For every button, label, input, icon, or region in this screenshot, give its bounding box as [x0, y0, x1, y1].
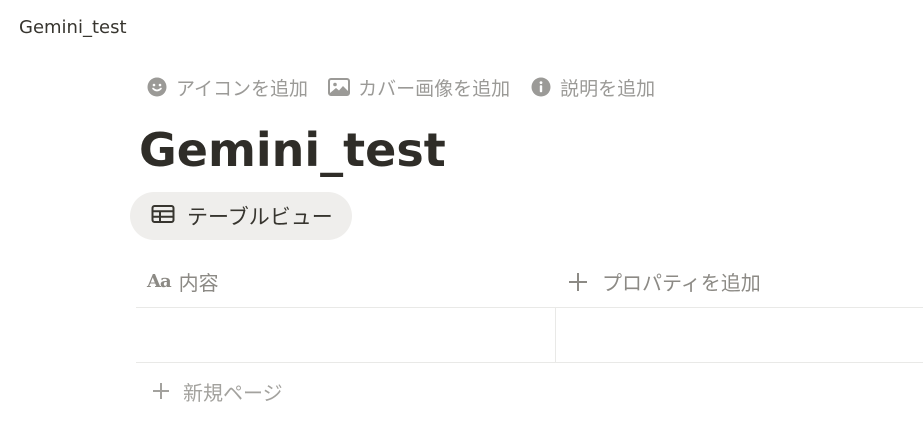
view-tab-label: テーブルビュー: [187, 205, 333, 229]
database-page: Gemini_test アイコンを追加 カバー画像を追加 説明を追加 Gemin…: [0, 0, 923, 441]
cell-empty: [556, 308, 923, 362]
smiley-icon: [146, 76, 168, 98]
add-icon-label: アイコンを追加: [176, 77, 309, 100]
view-tab-table[interactable]: テーブルビュー: [130, 192, 352, 240]
plus-icon: [568, 272, 588, 292]
add-cover-label: カバー画像を追加: [358, 77, 511, 100]
page-actions: アイコンを追加 カバー画像を追加 説明を追加: [140, 72, 661, 102]
new-page-button[interactable]: 新規ページ: [152, 376, 283, 406]
page-title[interactable]: Gemini_test: [139, 120, 446, 180]
add-cover-button[interactable]: カバー画像を追加: [322, 72, 516, 102]
add-property-label: プロパティを追加: [602, 271, 761, 295]
table-header: Aa 内容 プロパティを追加: [136, 256, 923, 308]
cell-name[interactable]: [136, 308, 555, 362]
column-header-label: 内容: [178, 271, 219, 295]
table-row: [136, 308, 923, 363]
breadcrumb[interactable]: Gemini_test: [19, 15, 127, 41]
add-description-label: 説明を追加: [560, 77, 656, 100]
info-icon: [530, 76, 552, 98]
add-property-button[interactable]: プロパティを追加: [568, 256, 923, 307]
database-table: Aa 内容 プロパティを追加: [136, 256, 923, 363]
column-header-name[interactable]: Aa 内容: [136, 256, 555, 307]
table-icon: [151, 204, 175, 228]
add-description-button[interactable]: 説明を追加: [524, 72, 661, 102]
new-page-label: 新規ページ: [183, 380, 283, 405]
add-icon-button[interactable]: アイコンを追加: [140, 72, 314, 102]
plus-icon: [152, 382, 170, 400]
table-body: [136, 308, 923, 363]
text-property-icon: Aa: [147, 271, 172, 292]
image-icon: [328, 76, 351, 98]
